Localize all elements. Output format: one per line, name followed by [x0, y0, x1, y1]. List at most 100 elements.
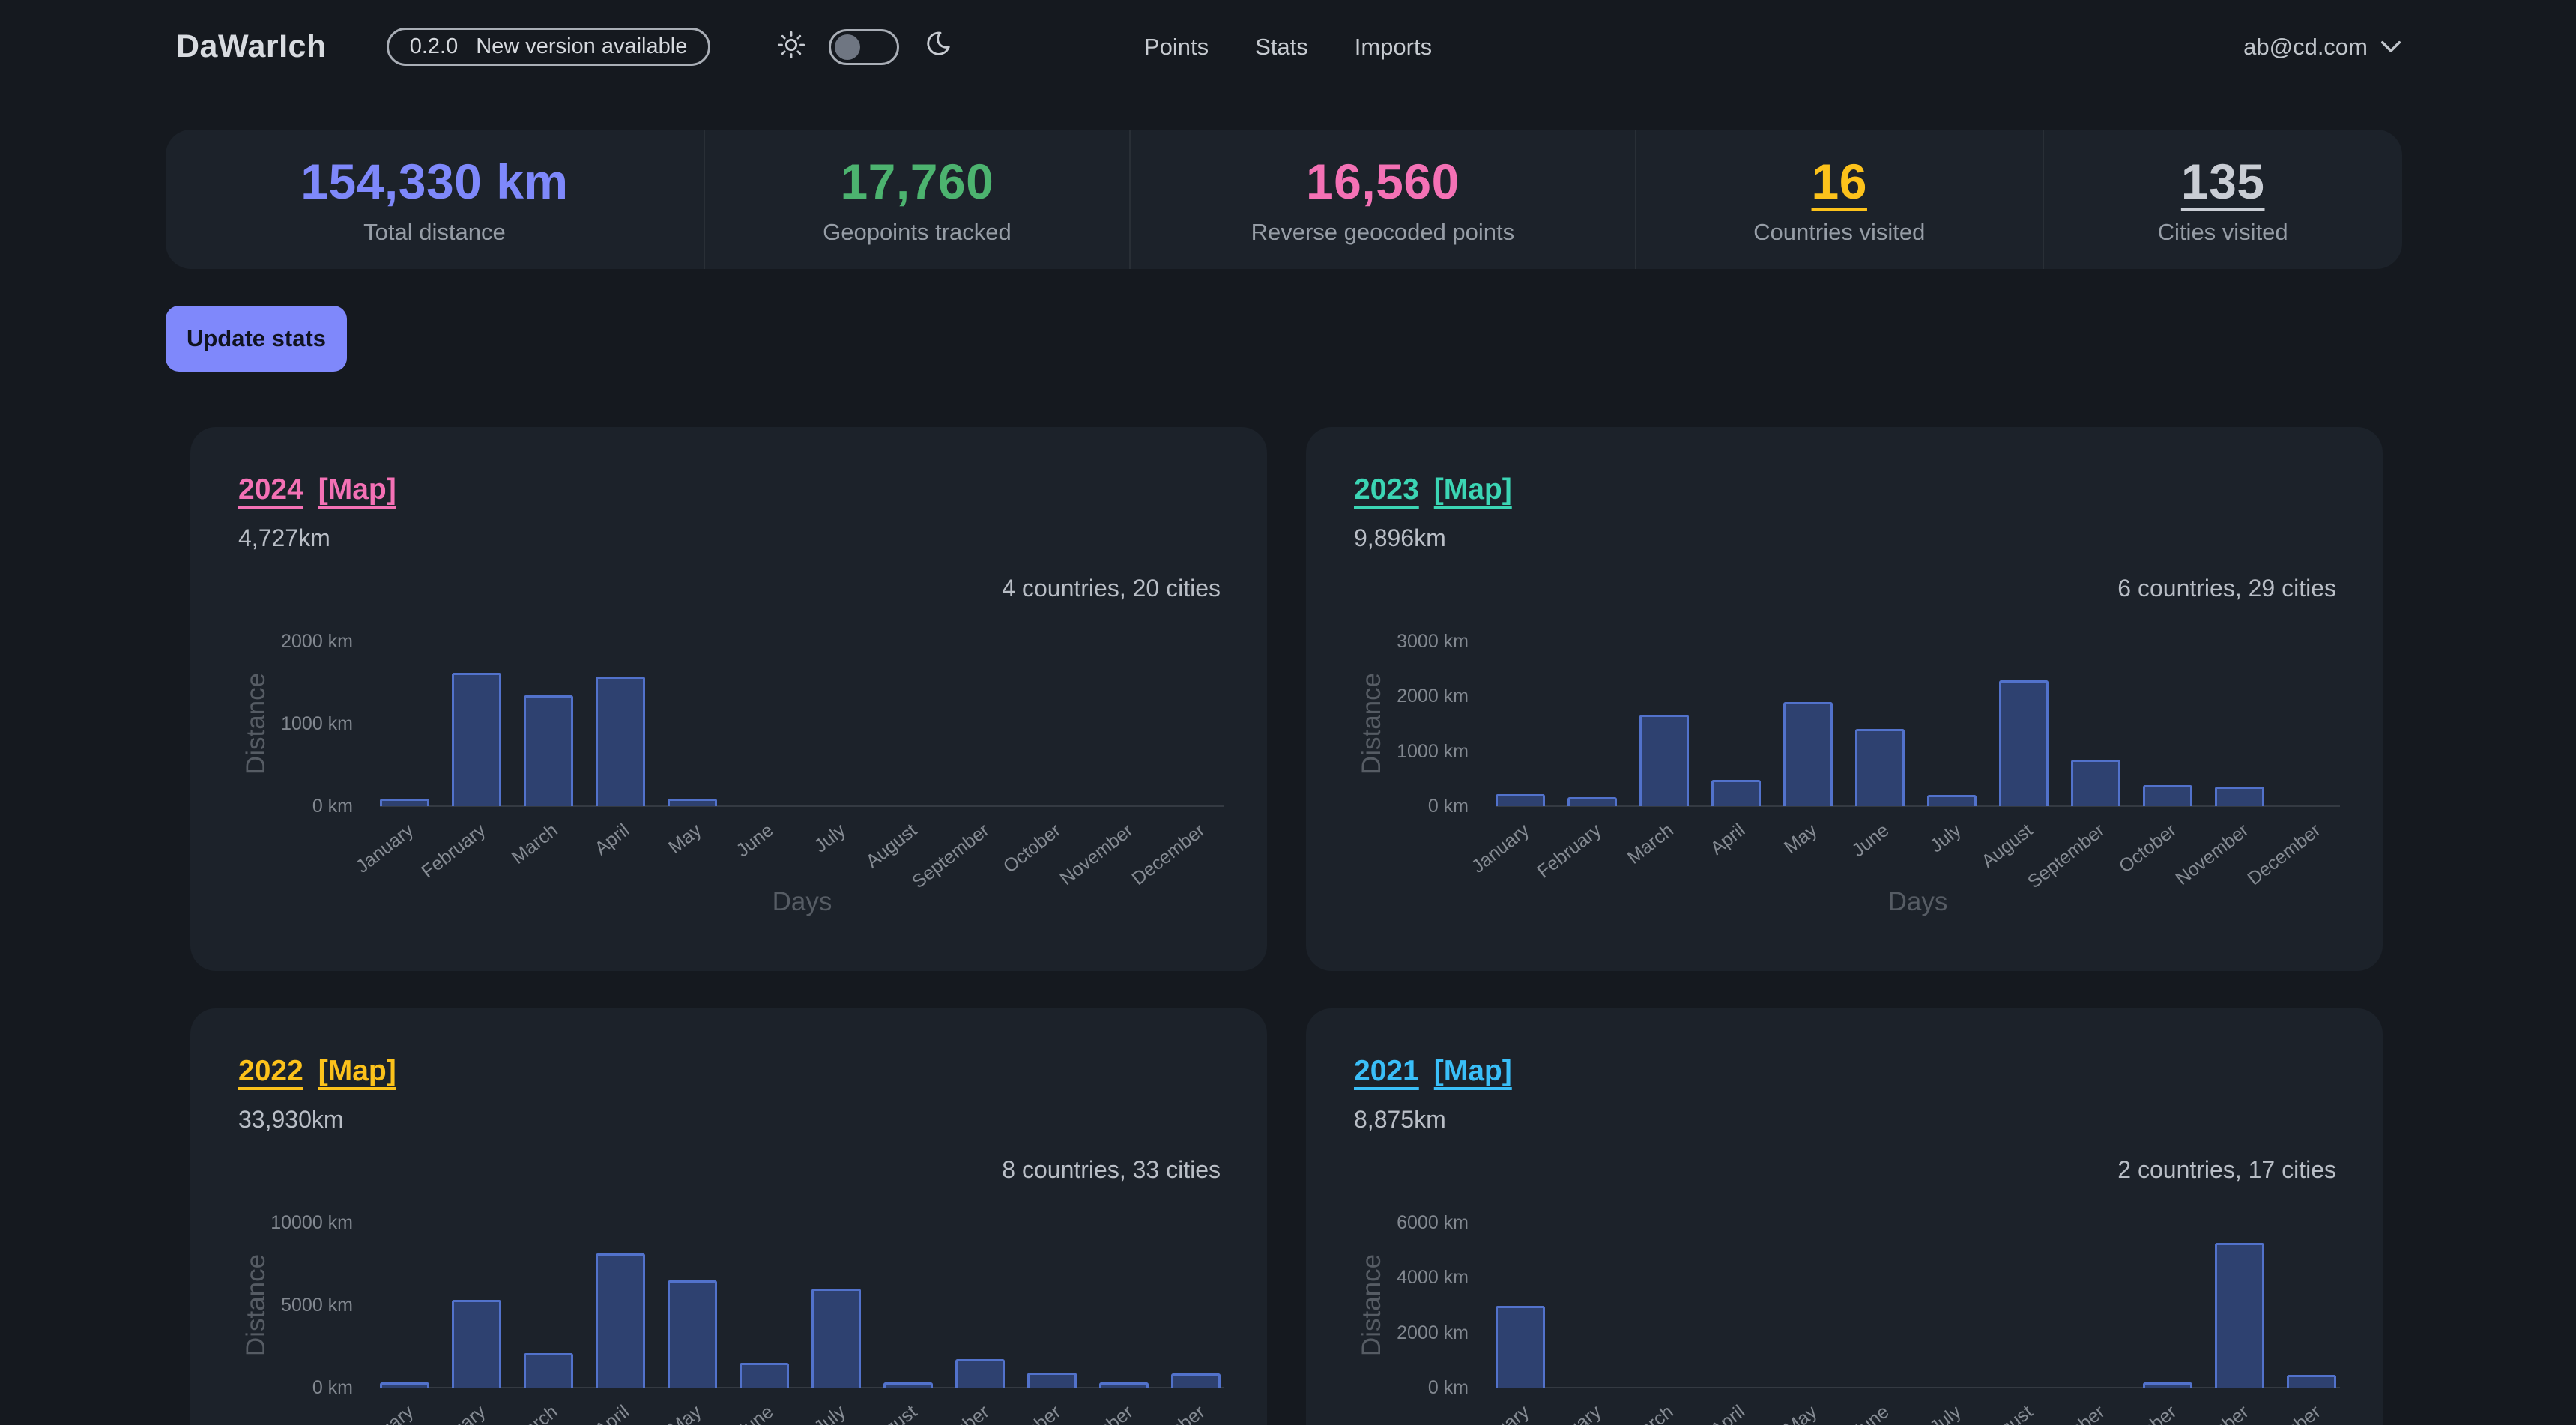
year-link[interactable]: 2024	[238, 474, 303, 506]
chart-bar	[2071, 760, 2120, 806]
update-stats-button[interactable]: Update stats	[166, 306, 347, 372]
chart-bar	[668, 799, 717, 806]
year-card-2022: 2022[Map] 33,930km 8 countries, 33 citie…	[190, 1008, 1267, 1425]
stat-countries-visited: 16 Countries visited	[1635, 130, 2043, 269]
y-axis-tick-label: 5000 km	[190, 1294, 353, 1316]
x-axis-tick-label: January	[1468, 1401, 1534, 1425]
x-axis-tick-label: April	[591, 820, 634, 860]
y-axis-tick-label: 1000 km	[190, 712, 353, 735]
nav-stats[interactable]: Stats	[1255, 34, 1308, 61]
x-axis-tick-label: October	[2115, 1401, 2181, 1425]
moon-icon	[922, 30, 952, 64]
year-summary: 4 countries, 20 cities	[190, 552, 1267, 602]
map-link[interactable]: [Map]	[318, 474, 396, 506]
chart-bar	[596, 677, 645, 806]
stat-geopoints: 17,760 Geopoints tracked	[704, 130, 1129, 269]
chart-bar	[1027, 1373, 1077, 1388]
x-axis-title: Days	[773, 887, 832, 917]
year-distance: 33,930km	[190, 1088, 1267, 1134]
x-axis-tick-label: January	[1468, 820, 1534, 878]
year-summary: 2 countries, 17 cities	[1306, 1134, 2383, 1184]
theme-toggle[interactable]	[829, 29, 899, 65]
card-title: 2024 [Map]	[190, 427, 1267, 506]
version-number: 0.2.0	[410, 36, 459, 58]
chart-bar	[1927, 795, 1977, 806]
year-card-2023: 2023[Map] 9,896km 6 countries, 29 cities…	[1306, 427, 2383, 971]
stat-label: Reverse geocoded points	[1251, 219, 1515, 246]
x-axis-tick-label: February	[1533, 1401, 1606, 1425]
stat-reverse-geocoded: 16,560 Reverse geocoded points	[1129, 130, 1635, 269]
chart-bar	[1496, 794, 1545, 806]
y-axis-tick-label: 0 km	[190, 1376, 353, 1399]
year-card-2024: 2024 [Map] 4,727km 4 countries, 20 cities…	[190, 427, 1267, 971]
chart-bar	[452, 673, 501, 806]
nav-points[interactable]: Points	[1144, 34, 1209, 61]
x-axis-tick-label: April	[1707, 820, 1750, 860]
chart-bar	[524, 1353, 573, 1388]
stat-cities-visited: 135 Cities visited	[2043, 130, 2402, 269]
x-axis-tick-label: January	[352, 820, 418, 878]
app-header: DaWarIch 0.2.0 New version available Poi…	[0, 0, 2576, 94]
user-menu[interactable]: ab@cd.com	[2243, 34, 2402, 61]
chart-bar	[668, 1280, 717, 1388]
y-axis-title: Distance	[1357, 1254, 1387, 1356]
x-axis-tick-label: October	[2115, 820, 2181, 878]
chart-bar	[1639, 715, 1689, 806]
x-axis-tick-label: October	[1000, 820, 1065, 878]
y-axis-tick-label: 0 km	[190, 795, 353, 817]
year-link[interactable]: 2021	[1354, 1055, 1419, 1087]
x-axis-tick-label: July	[1926, 820, 1965, 857]
chart-bar	[452, 1300, 501, 1388]
theme-switcher	[776, 29, 952, 65]
x-axis-tick-label: August	[862, 820, 922, 873]
year-distance: 4,727km	[190, 506, 1267, 552]
year-summary: 6 countries, 29 cities	[1306, 552, 2383, 602]
x-axis-tick-label: July	[810, 1401, 850, 1425]
x-axis-tick-label: April	[591, 1401, 634, 1425]
chart-bar	[1855, 729, 1905, 806]
main-nav: Points Stats Imports	[1144, 34, 1432, 61]
stat-label: Cities visited	[2158, 219, 2288, 246]
card-title: 2023 [Map]	[1306, 427, 2383, 506]
chart-bar	[1711, 780, 1761, 806]
nav-imports[interactable]: Imports	[1355, 34, 1432, 61]
x-axis-tick-label: August	[1978, 1401, 2037, 1425]
stat-value: 17,760	[840, 153, 994, 210]
x-axis-line	[1496, 805, 2340, 807]
version-badge[interactable]: 0.2.0 New version available	[387, 28, 711, 66]
app-logo[interactable]: DaWarIch	[176, 28, 327, 65]
map-link[interactable]: [Map]	[318, 1055, 396, 1087]
y-axis-title: Distance	[241, 673, 271, 775]
chart-bar	[2215, 1243, 2264, 1388]
year-distance: 8,875km	[1306, 1088, 2383, 1134]
x-axis-tick-label: December	[2243, 1401, 2325, 1425]
y-axis-title: Distance	[241, 1254, 271, 1356]
year-link[interactable]: 2023	[1354, 474, 1419, 506]
x-axis-tick-label: October	[1000, 1401, 1065, 1425]
x-axis-line	[1496, 1387, 2340, 1388]
chart-bar	[2143, 1382, 2192, 1388]
chart-bar	[1567, 797, 1617, 806]
x-axis-tick-label: September	[908, 1401, 994, 1425]
x-axis-tick-label: December	[1128, 820, 1209, 890]
x-axis-tick-label: March	[1623, 1401, 1678, 1425]
chevron-down-icon	[2380, 34, 2402, 61]
y-axis-tick-label: 6000 km	[1306, 1211, 1469, 1234]
x-axis-tick-label: November	[2171, 820, 2253, 890]
y-axis-tick-label: 2000 km	[190, 630, 353, 653]
map-link[interactable]: [Map]	[1434, 474, 1512, 506]
summary-stats: 154,330 km Total distance 17,760 Geopoin…	[166, 130, 2402, 269]
x-axis-tick-label: August	[1978, 820, 2037, 873]
x-axis-tick-label: February	[1533, 820, 1606, 883]
x-axis-title: Days	[1888, 887, 1948, 917]
x-axis-tick-label: July	[1926, 1401, 1965, 1425]
countries-visited-link[interactable]: 16	[1812, 153, 1867, 210]
x-axis-tick-label: April	[1707, 1401, 1750, 1425]
map-link[interactable]: [Map]	[1434, 1055, 1512, 1087]
chart-bar	[1496, 1306, 1545, 1388]
cities-visited-link[interactable]: 135	[2181, 153, 2265, 210]
chart-bar	[2215, 787, 2264, 806]
stat-value: 16,560	[1306, 153, 1460, 210]
x-axis-tick-label: June	[1848, 820, 1893, 862]
year-link[interactable]: 2022	[238, 1055, 303, 1087]
